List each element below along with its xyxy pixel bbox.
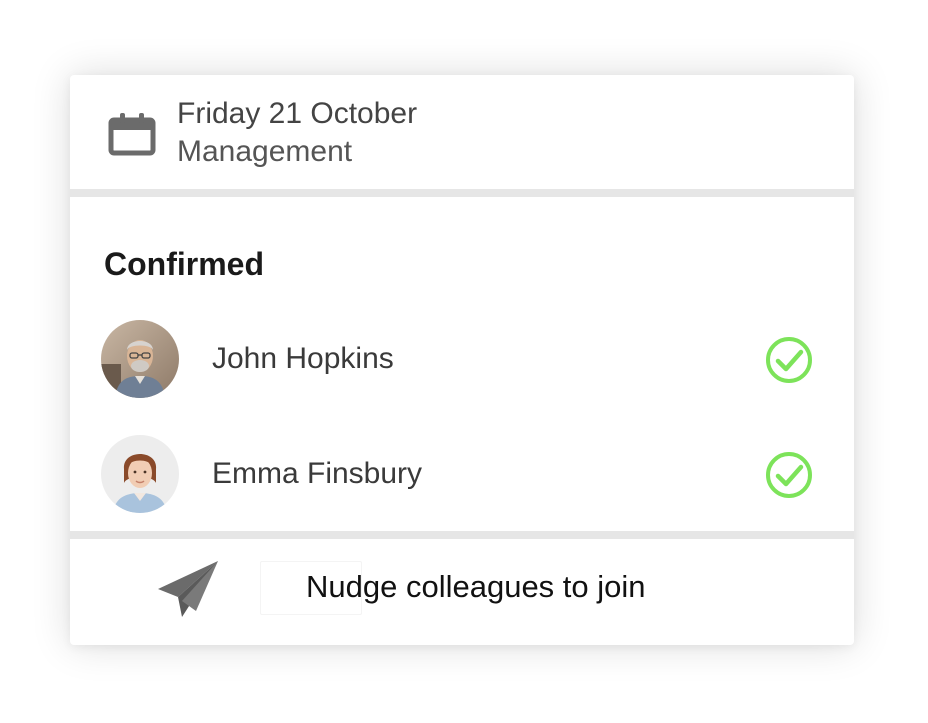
divider: [70, 531, 854, 539]
divider: [70, 189, 854, 197]
check-circle-icon: [766, 337, 812, 383]
avatar: [101, 435, 179, 513]
section-title-confirmed: Confirmed: [104, 246, 264, 282]
event-card: Friday 21 October Management Confirmed J…: [70, 75, 854, 645]
avatar: [101, 320, 179, 398]
event-category: Management: [177, 135, 353, 168]
event-date: Friday 21 October: [177, 97, 418, 130]
event-header: Friday 21 October Management: [70, 75, 854, 189]
nudge-button-label: Nudge colleagues to join: [306, 569, 646, 604]
attendee-name: Emma Finsbury: [212, 457, 423, 490]
nudge-colleagues-button[interactable]: Nudge colleagues to join: [260, 561, 646, 615]
attendee-row: John Hopkins: [70, 320, 854, 400]
paper-plane-icon[interactable]: [156, 559, 220, 621]
footer: Nudge colleagues to join: [70, 539, 854, 645]
calendar-icon: [108, 113, 156, 156]
check-circle-icon: [766, 452, 812, 498]
attendee-name: John Hopkins: [212, 342, 394, 375]
attendee-row: Emma Finsbury: [70, 435, 854, 515]
